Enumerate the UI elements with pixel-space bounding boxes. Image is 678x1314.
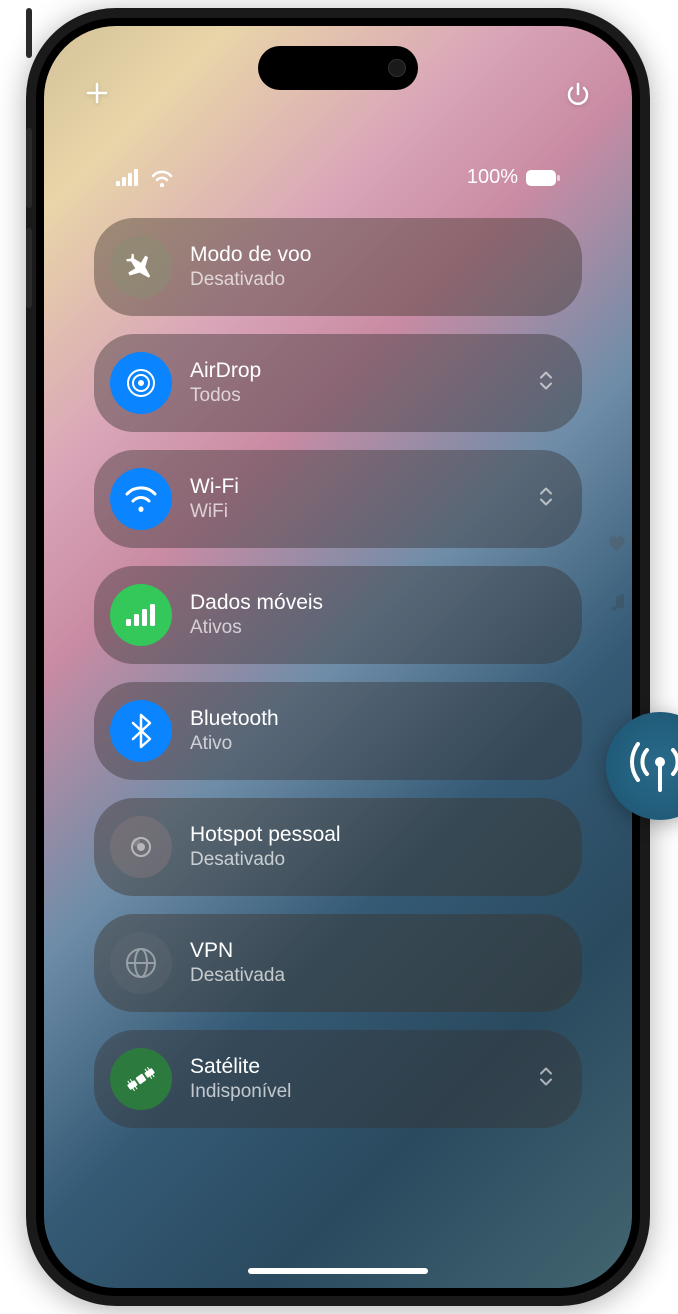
wifi-icon: [110, 468, 172, 530]
wifi-expand-button[interactable]: [538, 485, 554, 514]
volume-down-button[interactable]: [26, 228, 32, 308]
airdrop-expand-button[interactable]: [538, 369, 554, 398]
airdrop-label: AirDrop: [190, 358, 261, 383]
satellite-expand-button[interactable]: [538, 1065, 554, 1094]
status-bar: 100%: [44, 166, 632, 189]
volume-up-button[interactable]: [26, 128, 32, 208]
cellular-signal-icon: [116, 169, 142, 187]
heart-icon: [608, 536, 626, 552]
music-icon: [609, 594, 625, 614]
vpn-status: Desativada: [190, 965, 285, 988]
bluetooth-control[interactable]: Bluetooth Ativo: [94, 682, 582, 780]
chevron-updown-icon: [541, 489, 551, 505]
add-control-button[interactable]: [84, 80, 110, 113]
satellite-icon: [110, 1048, 172, 1110]
cellular-data-label: Dados móveis: [190, 590, 323, 615]
phone-bezel: 100% Modo de voo: [36, 18, 640, 1296]
vpn-icon: [110, 932, 172, 994]
action-button[interactable]: [26, 8, 32, 58]
plus-icon: [88, 84, 106, 102]
airdrop-status: Todos: [190, 385, 261, 408]
airdrop-icon: [110, 352, 172, 414]
airdrop-control[interactable]: AirDrop Todos: [94, 334, 582, 432]
wifi-signal-icon: [150, 169, 174, 187]
phone-frame: 100% Modo de voo: [26, 8, 650, 1306]
wifi-control[interactable]: Wi-Fi WiFi: [94, 450, 582, 548]
hotspot-control[interactable]: Hotspot pessoal Desativado: [94, 798, 582, 896]
vpn-label: VPN: [190, 938, 285, 963]
bluetooth-icon: [110, 700, 172, 762]
home-indicator[interactable]: [248, 1268, 428, 1274]
antenna-icon: [629, 738, 678, 794]
cellular-data-status: Ativos: [190, 617, 323, 640]
chevron-updown-icon: [541, 1069, 551, 1085]
cellular-icon: [110, 584, 172, 646]
bluetooth-status: Ativo: [190, 733, 279, 756]
satellite-status: Indisponível: [190, 1081, 291, 1104]
hotspot-icon: [110, 816, 172, 878]
vpn-control[interactable]: VPN Desativada: [94, 914, 582, 1012]
cellular-data-control[interactable]: Dados móveis Ativos: [94, 566, 582, 664]
chevron-updown-icon: [541, 373, 551, 389]
connectivity-controls-list: Modo de voo Desativado AirDrop: [94, 218, 582, 1128]
front-camera: [388, 59, 406, 77]
screen: 100% Modo de voo: [44, 26, 632, 1288]
battery-icon: [526, 170, 560, 186]
page-indicators[interactable]: [608, 536, 626, 614]
airplane-mode-control[interactable]: Modo de voo Desativado: [94, 218, 582, 316]
airplane-mode-label: Modo de voo: [190, 242, 311, 267]
power-off-button[interactable]: [564, 80, 592, 113]
bluetooth-label: Bluetooth: [190, 706, 279, 731]
wifi-label: Wi-Fi: [190, 474, 239, 499]
satellite-label: Satélite: [190, 1054, 291, 1079]
hotspot-label: Hotspot pessoal: [190, 822, 341, 847]
airplane-mode-status: Desativado: [190, 269, 311, 292]
satellite-control[interactable]: Satélite Indisponível: [94, 1030, 582, 1128]
wifi-status: WiFi: [190, 501, 239, 524]
dynamic-island[interactable]: [258, 46, 418, 90]
hotspot-status: Desativado: [190, 849, 341, 872]
airplane-icon: [110, 236, 172, 298]
battery-percent: 100%: [467, 166, 518, 189]
